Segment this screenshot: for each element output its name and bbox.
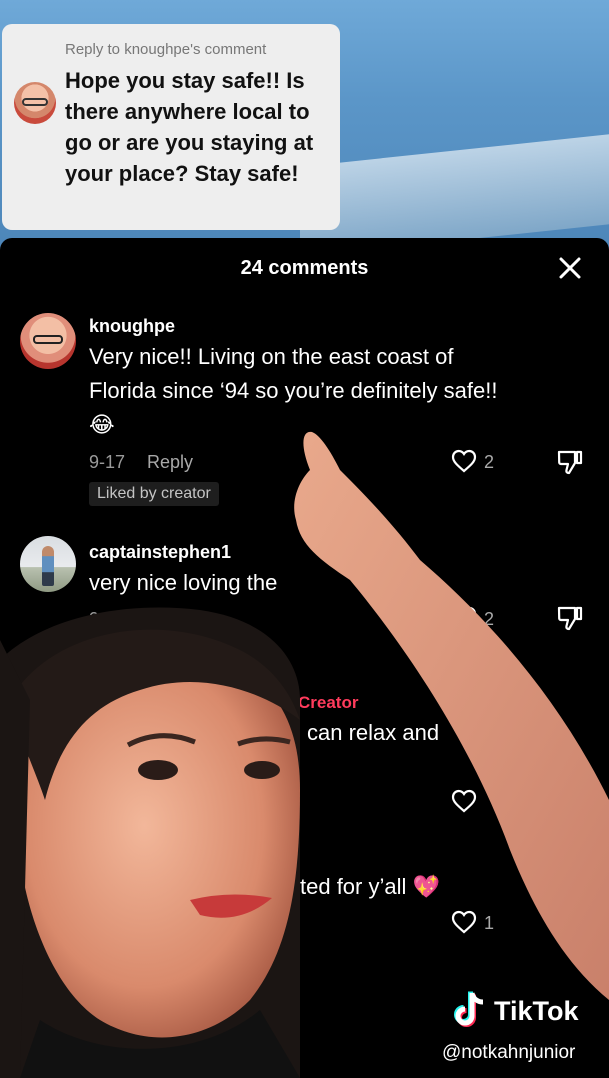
comment-text: Very nice!! Living on the east coast of … <box>89 344 498 437</box>
like-button[interactable] <box>451 789 511 815</box>
reply-sticker[interactable]: Reply to knoughpe's comment Hope you sta… <box>2 24 340 230</box>
like-button[interactable]: 1 <box>451 910 511 936</box>
sticker-comment-text: Hope you stay safe!! Is there anywhere l… <box>65 68 314 186</box>
liked-by-creator-badge: Liked by creator <box>89 482 219 506</box>
dislike-icon[interactable] <box>556 604 584 632</box>
comment-meta: 9-17 Reply <box>89 452 193 473</box>
heart-icon <box>451 449 477 473</box>
reply-button[interactable]: Reply <box>147 452 193 472</box>
close-icon[interactable] <box>556 254 584 282</box>
comment-date: 9-17 <box>89 609 126 629</box>
like-count: 2 <box>484 609 495 629</box>
heart-icon <box>451 606 477 630</box>
heart-icon <box>451 789 477 813</box>
comments-count-title: 24 comments <box>240 257 369 279</box>
dislike-icon[interactable] <box>556 448 584 476</box>
comment-text: l can relax and <box>296 720 440 745</box>
sticker-header: Reply to knoughpe's comment <box>65 41 267 58</box>
like-count: 1 <box>484 913 495 933</box>
creator-handle: @notkahnjunior <box>442 1042 576 1063</box>
comments-sheet: 24 comments knoughpe Very nice!! Living … <box>0 238 609 1078</box>
dislike-icon[interactable] <box>556 788 584 816</box>
like-count: 2 <box>484 452 495 472</box>
avatar[interactable] <box>20 536 76 592</box>
avatar[interactable] <box>20 313 76 369</box>
comment-username[interactable]: knoughpe <box>89 316 175 337</box>
tiktok-logo-icon <box>454 991 484 1027</box>
sticker-avatar <box>14 82 56 124</box>
like-button[interactable]: 2 <box>451 606 511 632</box>
like-button[interactable]: 2 <box>451 449 511 475</box>
creator-tag: Creator <box>298 693 359 712</box>
comment-username[interactable]: captainstephen1 <box>89 542 231 563</box>
comment-meta: 9-17 <box>89 609 125 630</box>
tiktok-wordmark: TikTok <box>494 996 579 1026</box>
heart-icon <box>451 910 477 934</box>
comment-date: 9-17 <box>89 452 126 472</box>
comment-text: very nice loving the <box>89 570 278 595</box>
comment-text: ted for y’all 💖 <box>300 874 440 899</box>
